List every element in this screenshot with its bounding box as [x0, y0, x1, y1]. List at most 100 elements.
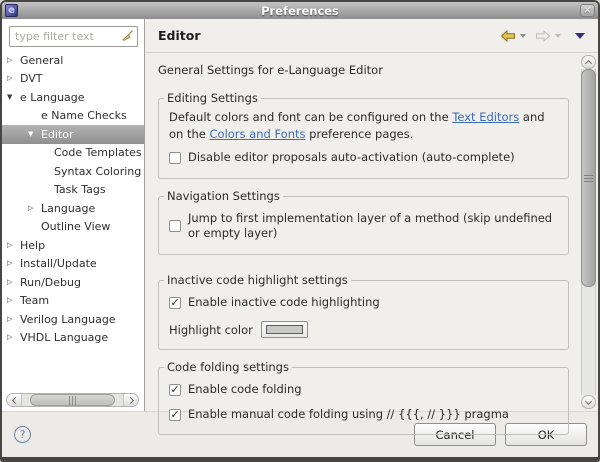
forward-dropdown-icon[interactable]: [555, 33, 561, 38]
content-vertical-scrollbar[interactable]: [581, 55, 596, 409]
sidebar-item-install-update[interactable]: ▷ Install/Update: [2, 255, 144, 274]
window-title: Preferences: [261, 3, 339, 18]
check-icon: ✓: [170, 383, 180, 397]
back-nav[interactable]: [500, 29, 526, 42]
filter-input[interactable]: [9, 26, 138, 47]
group-title: Navigation Settings: [164, 188, 283, 203]
group-title: Code folding settings: [164, 360, 292, 375]
scrollbar-thumb[interactable]: [581, 69, 596, 288]
chevron-right-icon[interactable]: ▷: [28, 204, 41, 212]
chevron-right-icon[interactable]: ▷: [7, 241, 20, 249]
scroll-down-button[interactable]: [581, 395, 596, 409]
pane-header: Editor: [145, 19, 598, 53]
enable-inactive-highlight-checkbox[interactable]: ✓: [169, 295, 181, 309]
chevron-right-icon: [126, 396, 134, 404]
sidebar-item-language[interactable]: ▷ Language: [2, 199, 144, 218]
sidebar-horizontal-scrollbar[interactable]: [6, 393, 139, 407]
chevron-right-icon[interactable]: ▷: [7, 334, 20, 341]
group-code-folding: Code folding settings ✓ Enable code fold…: [158, 360, 569, 436]
scrollbar-track[interactable]: [581, 69, 596, 395]
sidebar-item-code-templates[interactable]: Code Templates: [2, 144, 144, 163]
grip-icon: [584, 174, 593, 182]
sidebar-item-outline-view[interactable]: Outline View: [2, 218, 144, 237]
grip-icon: [68, 395, 76, 405]
jump-to-first-layer-checkbox[interactable]: [169, 220, 181, 233]
filter-box: [9, 25, 138, 47]
chevron-down-icon[interactable]: ▼: [7, 93, 20, 101]
sidebar-item-help[interactable]: ▷ Help: [2, 236, 144, 255]
sidebar-item-vhdl-language[interactable]: ▷ VHDL Language: [2, 329, 144, 348]
back-dropdown-icon[interactable]: [520, 33, 526, 38]
disable-proposals-checkbox[interactable]: [169, 152, 181, 165]
jump-to-first-layer-row: Jump to first implementation layer of a …: [169, 211, 559, 242]
enable-manual-folding-checkbox[interactable]: ✓: [169, 407, 181, 421]
chevron-left-icon: [11, 396, 19, 404]
settings-content: General Settings for e-Language Editor E…: [145, 53, 580, 436]
sidebar-item-general[interactable]: ▷ General: [2, 51, 144, 70]
text-editors-link[interactable]: Text Editors: [452, 110, 519, 124]
scroll-up-button[interactable]: [581, 55, 596, 69]
editing-description: Default colors and font can be configure…: [169, 110, 545, 141]
checkbox-label: Jump to first implementation layer of a …: [188, 210, 553, 241]
chevron-right-icon[interactable]: ▷: [7, 260, 20, 267]
checkbox-label: Enable inactive code highlighting: [188, 294, 380, 309]
enable-inactive-highlight-row: ✓ Enable inactive code highlighting: [169, 295, 559, 311]
sidebar-item-e-name-checks[interactable]: e Name Checks: [2, 107, 144, 126]
chevron-right-icon[interactable]: ▷: [7, 297, 20, 304]
disable-proposals-row: Disable editor proposals auto-activation…: [169, 150, 559, 166]
group-editing-settings: Editing Settings Default colors and font…: [158, 91, 569, 179]
highlight-color-button[interactable]: [260, 321, 308, 339]
forward-nav[interactable]: [535, 29, 561, 42]
sidebar-item-task-tags[interactable]: Task Tags: [2, 181, 144, 200]
view-menu-icon[interactable]: [575, 32, 585, 39]
sidebar-item-syntax-coloring[interactable]: Syntax Coloring: [2, 162, 144, 181]
check-icon: ✓: [170, 407, 180, 421]
sidebar-item-verilog-language[interactable]: ▷ Verilog Language: [2, 310, 144, 329]
pane-body: General Settings for e-Language Editor E…: [145, 53, 598, 436]
back-arrow-icon[interactable]: [500, 29, 516, 42]
highlight-color-row: Highlight color: [169, 321, 559, 339]
chevron-down-icon: [584, 397, 593, 405]
title-bar[interactable]: e Preferences ×: [2, 2, 598, 19]
page-description: General Settings for e-Language Editor: [158, 63, 383, 77]
clear-filter-icon[interactable]: [120, 29, 134, 43]
checkbox-label: Enable manual code folding using // {{{,…: [188, 406, 509, 421]
help-icon: ?: [19, 428, 26, 441]
checkbox-label: Enable code folding: [188, 382, 302, 397]
settings-pane: Editor General Settings for e-Language E…: [145, 19, 598, 436]
group-navigation-settings: Navigation Settings Jump to first implem…: [158, 188, 569, 255]
help-button[interactable]: ?: [14, 426, 31, 443]
sidebar-item-editor-selected[interactable]: ▼ Editor: [2, 125, 144, 144]
checkbox-label: Disable editor proposals auto-activation…: [188, 150, 515, 165]
check-icon: ✓: [170, 295, 180, 309]
scrollbar-thumb[interactable]: [30, 394, 115, 406]
colors-and-fonts-link[interactable]: Colors and Fonts: [210, 127, 306, 141]
sidebar-item-team[interactable]: ▷ Team: [2, 292, 144, 311]
enable-code-folding-checkbox[interactable]: ✓: [169, 383, 181, 397]
chevron-right-icon[interactable]: ▷: [7, 56, 20, 64]
sidebar-item-run-debug[interactable]: ▷ Run/Debug: [2, 273, 144, 292]
chevron-up-icon: [584, 59, 593, 67]
scrollbar-track[interactable]: [22, 394, 123, 406]
enable-code-folding-row: ✓ Enable code folding: [169, 382, 559, 398]
preferences-dialog: e Preferences × ▷General ▷DVT ▼e Languag…: [0, 0, 600, 462]
chevron-right-icon[interactable]: ▷: [7, 75, 20, 82]
close-icon: ×: [583, 5, 592, 16]
color-swatch: [265, 325, 303, 335]
chevron-right-icon[interactable]: ▷: [7, 315, 20, 323]
main-area: ▷General ▷DVT ▼e Language e Name Checks …: [2, 19, 598, 436]
forward-arrow-icon[interactable]: [535, 29, 551, 42]
group-title: Editing Settings: [164, 91, 261, 105]
chevron-right-icon[interactable]: ▷: [7, 278, 20, 286]
scroll-right-button[interactable]: [123, 394, 138, 406]
group-title: Inactive code highlight settings: [164, 272, 351, 287]
sidebar: ▷General ▷DVT ▼e Language e Name Checks …: [2, 19, 145, 411]
close-button[interactable]: ×: [580, 4, 595, 17]
sidebar-item-e-language[interactable]: ▼ e Language: [2, 88, 144, 107]
group-inactive-code-highlight: Inactive code highlight settings ✓ Enabl…: [158, 272, 569, 351]
scroll-left-button[interactable]: [7, 394, 22, 406]
highlight-color-label: Highlight color: [169, 322, 253, 337]
chevron-down-icon[interactable]: ▼: [28, 130, 41, 138]
sidebar-item-dvt[interactable]: ▷ DVT: [2, 70, 144, 89]
page-title: Editor: [158, 28, 201, 43]
